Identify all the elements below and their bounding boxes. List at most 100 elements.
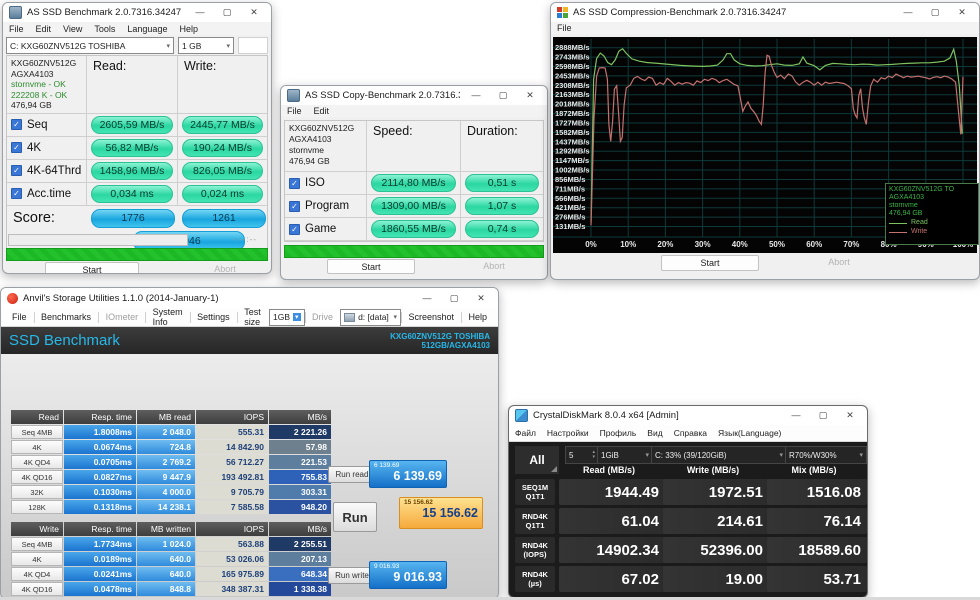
checkbox-seq[interactable]: ✓ <box>11 119 22 130</box>
menu-settings[interactable]: Settings <box>190 312 237 322</box>
minimize-icon[interactable]: — <box>785 406 807 425</box>
menu-file[interactable]: File <box>9 24 24 34</box>
menubar: File Edit <box>281 105 547 117</box>
drive-select[interactable]: d: [data] ▾ <box>340 309 401 326</box>
maximize-icon[interactable]: ▢ <box>492 86 514 105</box>
mix-ratio-select[interactable]: R70%/W30% ▾ <box>785 446 867 464</box>
svg-text:50%: 50% <box>769 240 785 249</box>
start-button[interactable]: Start <box>327 259 415 274</box>
rnd4k-iops-row-label: RND4K(IOPS) <box>515 537 555 563</box>
rnd4k-latency-mix-value[interactable]: 53.71 <box>767 566 867 592</box>
checkbox-game[interactable]: ✓ <box>289 224 300 235</box>
row-label-button[interactable]: 4K <box>11 440 63 454</box>
titlebar[interactable]: AS SSD Compression-Benchmark 2.0.7316.34… <box>551 3 979 22</box>
menu-screenshot[interactable]: Screenshot <box>401 312 461 322</box>
mb-read-col-header: MB read <box>137 410 195 424</box>
menu-edit[interactable]: Edit <box>36 24 52 34</box>
chevron-down-icon: ▾ <box>393 313 397 321</box>
menu-help[interactable]: Help <box>179 24 198 34</box>
row-seq: ✓Seq 2605,59 MB/s 2445,77 MB/s <box>7 114 267 137</box>
menu-view[interactable]: View <box>63 24 82 34</box>
row-label-button[interactable]: 128K <box>11 500 63 514</box>
minimize-icon[interactable]: — <box>897 3 919 22</box>
write-score-box: 9 016.93 9 016.93 <box>369 561 447 589</box>
menu-file[interactable]: File <box>5 312 34 322</box>
row-label-button[interactable]: 4K <box>11 552 63 566</box>
rnd4k-write-value[interactable]: 214.61 <box>663 508 769 534</box>
close-icon[interactable]: ✕ <box>519 86 541 105</box>
checkbox-4k64[interactable]: ✓ <box>11 165 22 176</box>
minimize-icon[interactable]: — <box>189 3 211 22</box>
test-size-select[interactable]: 1GiB ▾ <box>597 446 653 464</box>
menu-view[interactable]: Вид <box>647 428 662 438</box>
device-info: KXG60ZNV512G AGXA4103 stornvme 476,94 GB <box>285 121 367 172</box>
row-label-button[interactable]: 4K QD4 <box>11 455 63 469</box>
run-button[interactable]: Run <box>333 502 377 532</box>
checkbox-acctime[interactable]: ✓ <box>11 188 22 199</box>
svg-text:2598MB/s: 2598MB/s <box>555 62 590 71</box>
menu-system-info[interactable]: System Info <box>146 307 190 327</box>
row-label-button[interactable]: 4K QD16 <box>11 470 63 484</box>
svg-text:2018MB/s: 2018MB/s <box>555 100 590 109</box>
row-label-button[interactable]: 4K QD4 <box>11 567 63 581</box>
close-icon[interactable]: ✕ <box>951 3 973 22</box>
device-info-row: KXG60ZNV512G AGXA4103 stornvme - OK 2222… <box>7 56 267 114</box>
start-button[interactable]: Start <box>661 255 759 271</box>
maximize-icon[interactable]: ▢ <box>812 406 834 425</box>
svg-text:1002MB/s: 1002MB/s <box>555 166 590 175</box>
menu-benchmarks[interactable]: Benchmarks <box>34 312 98 322</box>
checkbox-4k[interactable]: ✓ <box>11 142 22 153</box>
test-count-select[interactable]: 5 ▴▾ <box>565 446 599 464</box>
row-label-button[interactable]: 4K QD16 <box>11 582 63 596</box>
target-drive-select[interactable]: C: 33% (39/120GiB) ▾ <box>651 446 787 464</box>
menu-file[interactable]: File <box>557 23 572 33</box>
svg-text:40%: 40% <box>732 240 748 249</box>
seq1m-mix-value[interactable]: 1516.08 <box>767 479 867 505</box>
menu-language[interactable]: Language <box>127 24 167 34</box>
test-size-select[interactable]: 1GB ▾ <box>269 309 305 326</box>
start-button[interactable]: Start <box>45 262 139 274</box>
titlebar[interactable]: CrystalDiskMark 8.0.4 x64 [Admin] — ▢ ✕ <box>509 406 867 425</box>
row-label-button[interactable]: 32K <box>11 485 63 499</box>
checkbox-iso[interactable]: ✓ <box>289 178 300 189</box>
close-icon[interactable]: ✕ <box>470 289 492 308</box>
minimize-icon[interactable]: — <box>416 289 438 308</box>
maximize-icon[interactable]: ▢ <box>924 3 946 22</box>
all-button[interactable]: All <box>515 446 559 474</box>
close-icon[interactable]: ✕ <box>839 406 861 425</box>
menu-help[interactable]: Справка <box>674 428 707 438</box>
close-icon[interactable]: ✕ <box>243 3 265 22</box>
rnd4k-iops-write-value[interactable]: 52396.00 <box>663 537 769 563</box>
rnd4k-read-value[interactable]: 61.04 <box>559 508 665 534</box>
rnd4k-iops-read-value[interactable]: 14902.34 <box>559 537 665 563</box>
titlebar[interactable]: Anvil's Storage Utilities 1.1.0 (2014-Ja… <box>1 288 498 308</box>
maximize-icon[interactable]: ▢ <box>443 289 465 308</box>
rnd4k-mix-value[interactable]: 76.14 <box>767 508 867 534</box>
menu-language[interactable]: Язык(Language) <box>718 428 781 438</box>
menu-settings[interactable]: Настройки <box>547 428 589 438</box>
menubar: File <box>551 22 979 34</box>
drive-select[interactable]: C: KXG60ZNV512G TOSHIBA ▾ <box>6 37 174 54</box>
seq1m-read-value[interactable]: 1944.49 <box>559 479 665 505</box>
row-label-button[interactable]: Seq 4MB <box>11 425 63 439</box>
menu-file[interactable]: Файл <box>515 428 536 438</box>
maximize-icon[interactable]: ▢ <box>216 3 238 22</box>
rnd4k-latency-read-value[interactable]: 67.02 <box>559 566 665 592</box>
menu-profile[interactable]: Профиль <box>600 428 637 438</box>
menu-edit[interactable]: Edit <box>314 106 330 116</box>
titlebar[interactable]: AS SSD Copy-Benchmark 2.0.7316.34247 — ▢… <box>281 86 547 105</box>
minimize-icon[interactable]: — <box>465 86 487 105</box>
as-ssd-compression-window: AS SSD Compression-Benchmark 2.0.7316.34… <box>550 2 980 280</box>
menu-tools[interactable]: Tools <box>94 24 115 34</box>
rnd4k-iops-mix-value[interactable]: 18589.60 <box>767 537 867 563</box>
seq1m-write-value[interactable]: 1972.51 <box>663 479 769 505</box>
rnd4k-latency-write-value[interactable]: 19.00 <box>663 566 769 592</box>
test-size-select[interactable]: 1 GB ▾ <box>178 37 234 54</box>
checkbox-program[interactable]: ✓ <box>289 201 300 212</box>
row-label-button[interactable]: Seq 4MB <box>11 537 63 551</box>
menu-help[interactable]: Help <box>462 312 495 322</box>
score-row: Score: 1776 1261 3946 <box>7 206 267 254</box>
titlebar[interactable]: AS SSD Benchmark 2.0.7316.34247 — ▢ ✕ <box>3 3 271 22</box>
menu-file[interactable]: File <box>287 106 302 116</box>
as-ssd-copy-app-icon <box>287 89 300 102</box>
